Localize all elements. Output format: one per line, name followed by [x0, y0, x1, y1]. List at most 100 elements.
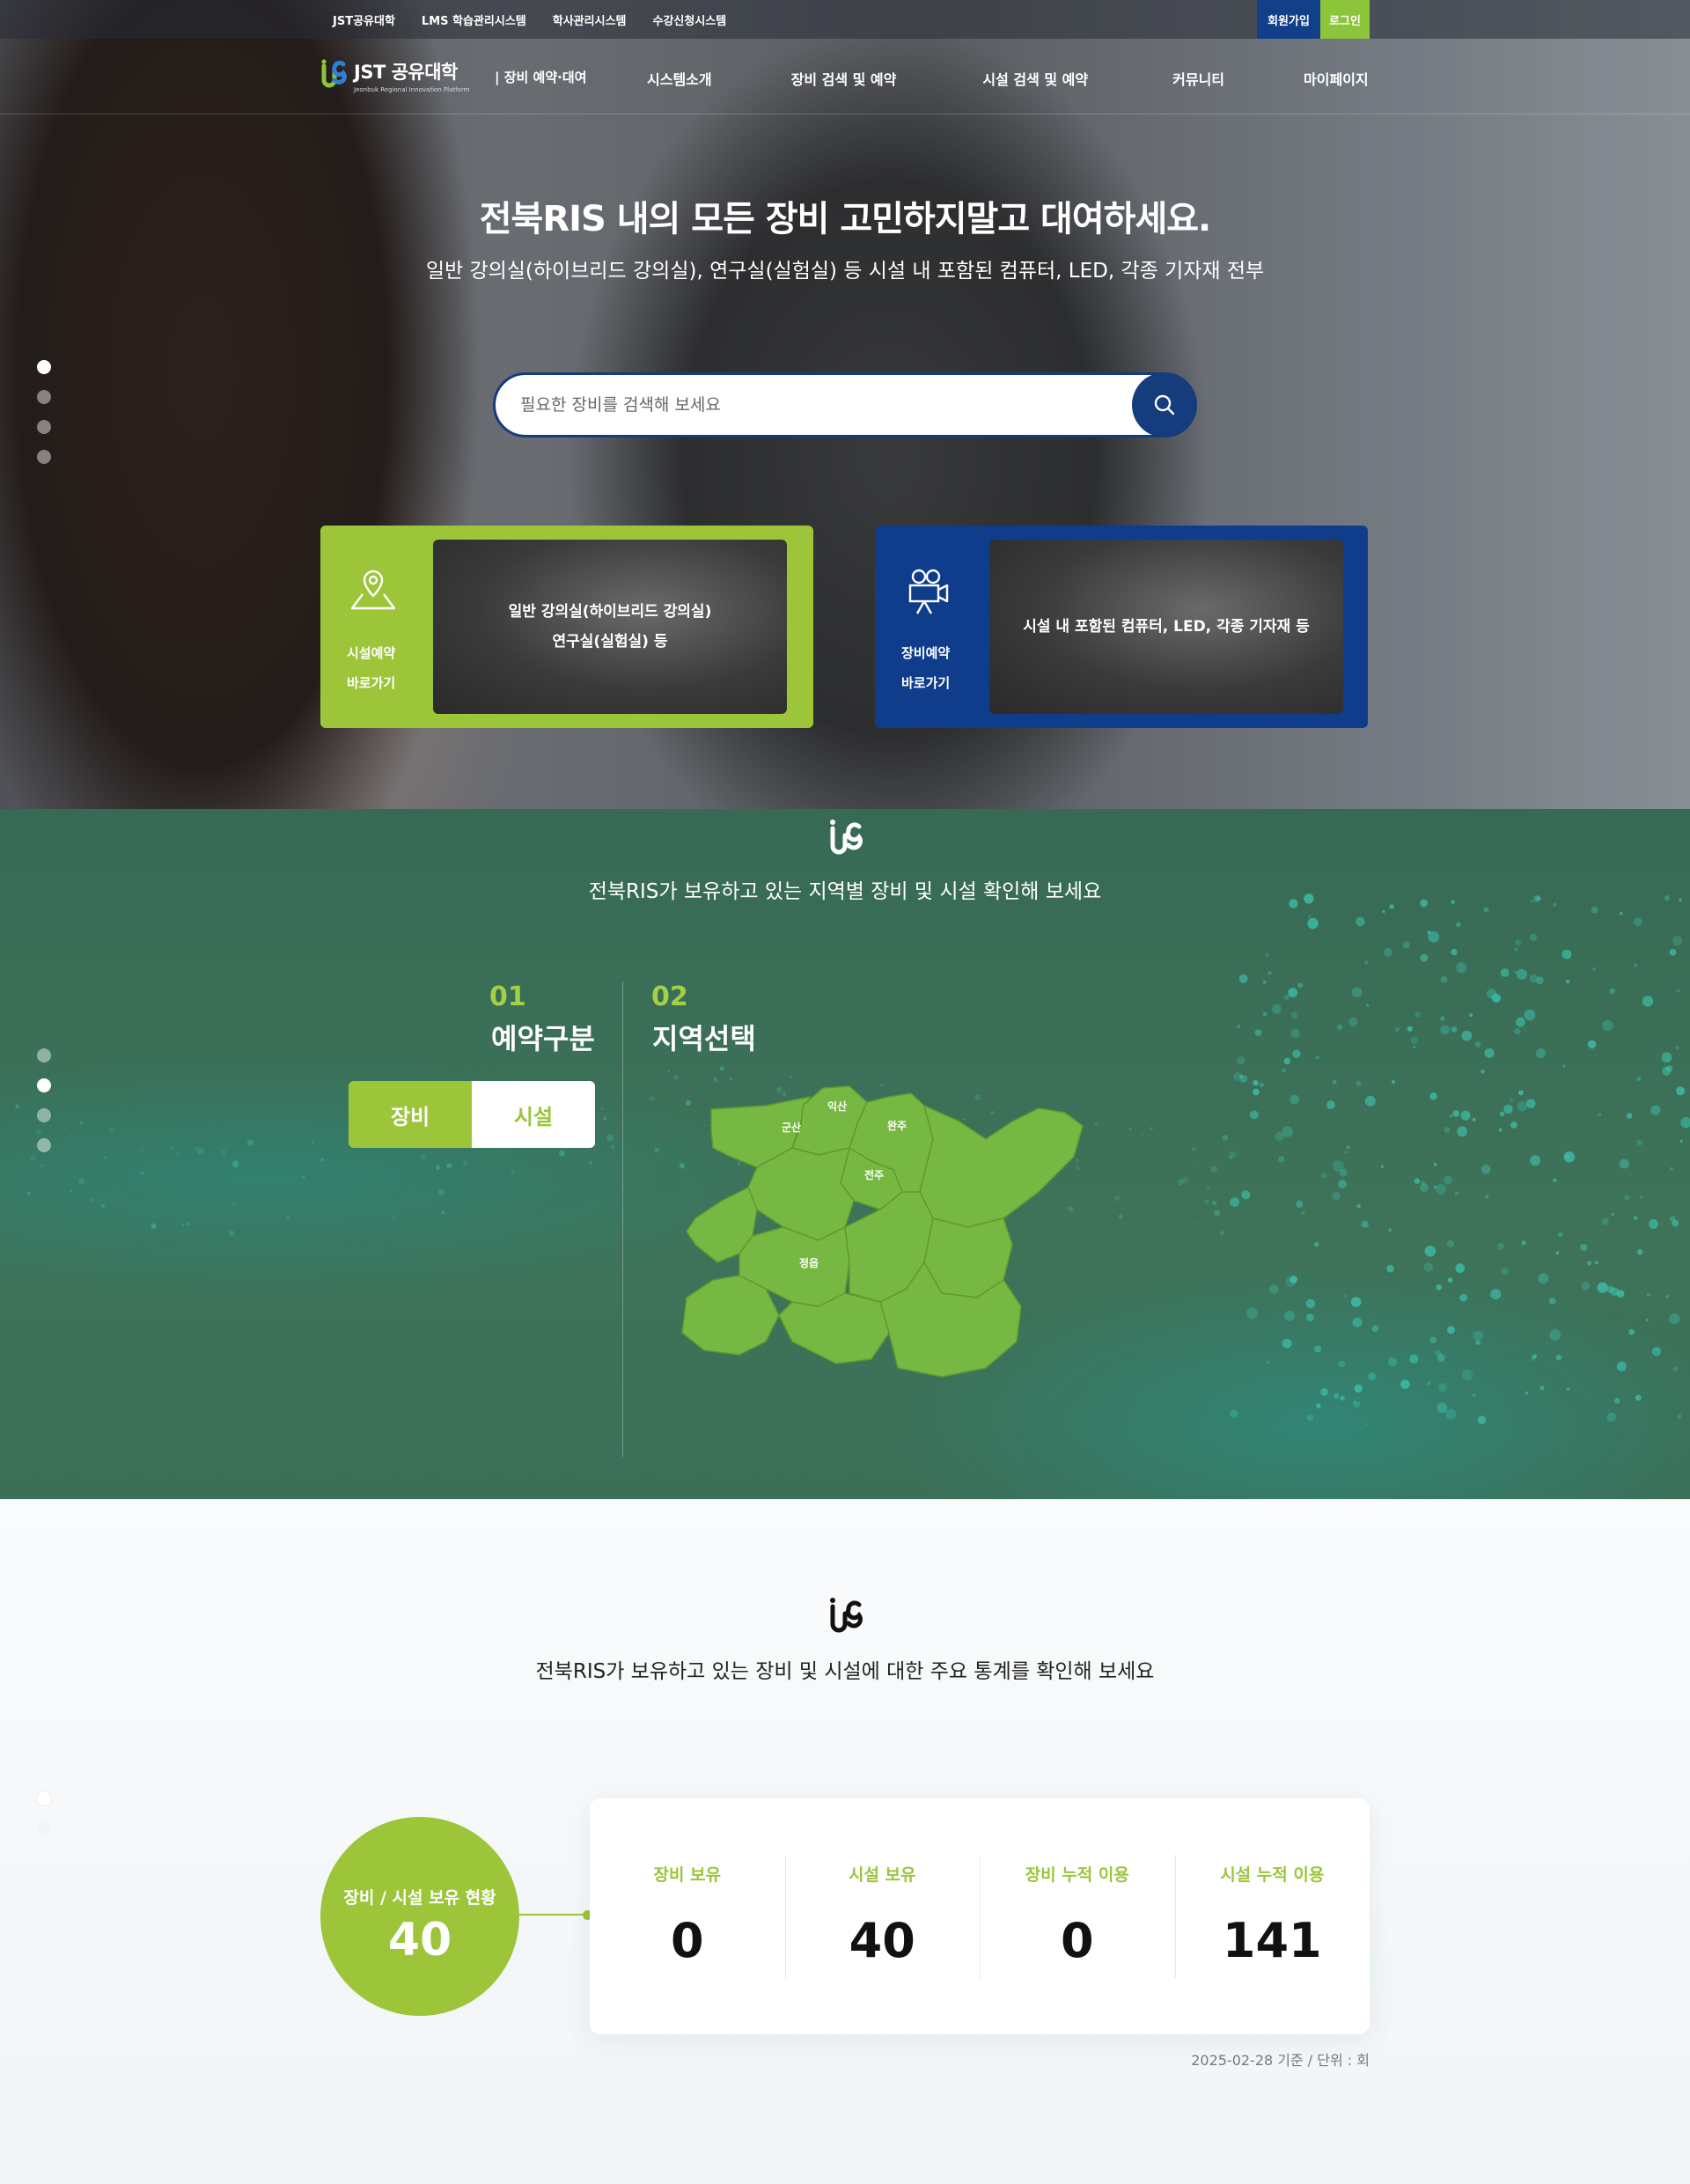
particle-dot	[1521, 1240, 1526, 1246]
site-logo[interactable]: JST 공유대학 Jeonbuk Regional Innovation Pla…	[319, 58, 469, 93]
pager-dot-1[interactable]	[37, 1048, 51, 1063]
particle-dot	[1498, 1128, 1503, 1132]
particle-dot	[1394, 1026, 1400, 1033]
particle-dot	[1388, 1228, 1392, 1232]
nav-community[interactable]: 커뮤니티	[1172, 68, 1224, 89]
particle-dot	[247, 1139, 254, 1146]
particle-dot	[1563, 1151, 1576, 1163]
link-jst-university[interactable]: JST공유대학	[333, 11, 395, 28]
nav-system-intro[interactable]: 시스템소개	[647, 68, 712, 89]
particle-dot	[379, 1171, 383, 1175]
toggle-facility[interactable]: 시설	[472, 1081, 595, 1148]
top-utility-bar: JST공유대학 LMS 학습관리시스템 학사관리시스템 수강신청시스템 회원가입…	[0, 0, 1690, 39]
particle-dot	[1558, 1232, 1563, 1238]
particle-dot	[1364, 960, 1369, 965]
particle-dot	[1352, 987, 1363, 997]
particle-dot	[1481, 1165, 1491, 1174]
particle-dot	[1253, 1079, 1259, 1086]
particle-dot	[1296, 1200, 1304, 1208]
region-sunchang[interactable]	[778, 1292, 890, 1364]
summary-label: 장비 / 시설 보유 현황	[343, 1888, 496, 1908]
logo-subtitle: Jeonbuk Regional Innovation Platform	[354, 86, 470, 93]
particle-dot	[151, 1223, 157, 1229]
particle-dot	[1477, 1416, 1487, 1424]
particle-dot	[301, 1175, 305, 1179]
particle-dot	[1282, 1068, 1286, 1072]
jeonbuk-region-map: 군산 익산 완주 전주 정읍	[681, 1085, 1084, 1378]
particle-dot	[1565, 979, 1570, 984]
particle-dot	[1433, 1162, 1437, 1166]
pager-dot-3[interactable]	[37, 420, 51, 434]
pager-dot-4[interactable]	[37, 450, 51, 464]
particle-dot	[1646, 1292, 1651, 1298]
equipment-reservation-card[interactable]: 장비예약 바로가기 시설 내 포함된 컴퓨터, LED, 각종 기자재 등	[875, 526, 1368, 728]
particle-dot	[1634, 963, 1637, 967]
particle-dot	[1348, 1017, 1358, 1027]
link-registration-system[interactable]: 수강신청시스템	[653, 11, 727, 28]
region-gochang[interactable]	[681, 1275, 780, 1356]
particle-dot	[1650, 1105, 1661, 1115]
particle-dot	[224, 1216, 228, 1219]
facility-reservation-card[interactable]: 시설예약 바로가기 일반 강의실(하이브리드 강의실) 연구실(실험실) 등	[320, 526, 813, 728]
particle-dot	[1382, 909, 1385, 914]
pager-dot-2[interactable]	[37, 1078, 51, 1092]
link-academic-system[interactable]: 학사관리시스템	[553, 11, 627, 28]
particle-dot	[1333, 1393, 1340, 1400]
nav-facility-search[interactable]: 시설 검색 및 예약	[982, 68, 1088, 89]
nav-mypage[interactable]: 마이페이지	[1304, 68, 1369, 89]
particle-dot	[1561, 949, 1572, 960]
toggle-equipment[interactable]: 장비	[349, 1081, 472, 1148]
particle-dot	[1316, 1403, 1321, 1408]
stat-value: 0	[1060, 1913, 1094, 1968]
region-jinan-muju[interactable]	[919, 1105, 1084, 1228]
login-button[interactable]: 로그인	[1320, 0, 1370, 39]
summary-value: 40	[387, 1914, 452, 1967]
particle-dot	[1321, 1173, 1327, 1179]
particle-dot	[40, 1163, 45, 1168]
particle-dot	[1516, 1017, 1525, 1027]
join-button[interactable]: 회원가입	[1257, 0, 1320, 39]
stats-card: 장비 보유 0 시설 보유 40 장비 누적 이용 0 시설 누적 이용 141	[590, 1798, 1370, 2034]
particle-dot	[1278, 1156, 1285, 1163]
facility-card-label: 시설예약	[347, 645, 396, 661]
particle-dot	[1410, 1036, 1419, 1044]
particle-dot	[1306, 1414, 1314, 1422]
pager-dot-3[interactable]	[37, 1108, 51, 1122]
particle-dot	[1531, 1356, 1536, 1361]
particle-dot	[1598, 1113, 1602, 1117]
search-button[interactable]	[1132, 372, 1197, 438]
hero-title: 전북RIS 내의 모든 장비 고민하지말고 대여하세요.	[479, 199, 1212, 239]
pager-dot-2[interactable]	[37, 390, 51, 404]
particle-dot	[1613, 1397, 1620, 1404]
nav-equipment-search[interactable]: 장비 검색 및 예약	[791, 68, 897, 89]
particle-dot	[1483, 907, 1489, 913]
logo-title: JST 공유대학	[354, 62, 458, 83]
particle-dot	[88, 1197, 94, 1203]
link-lms[interactable]: LMS 학습관리시스템	[422, 11, 526, 28]
search-input[interactable]	[520, 375, 1092, 435]
particle-dot	[1456, 962, 1467, 974]
step1-title: 예약구분	[491, 1022, 595, 1055]
stat-value: 0	[670, 1913, 704, 1968]
particle-dot	[1514, 1028, 1521, 1035]
particle-dot	[1290, 1094, 1300, 1105]
pager-dot-1[interactable]	[37, 360, 51, 374]
particle-dot	[441, 1210, 445, 1215]
particle-dot	[1353, 1401, 1361, 1408]
particle-dot	[588, 1160, 592, 1165]
pager-dot-2[interactable]	[37, 1821, 51, 1835]
particle-dot	[1451, 1026, 1458, 1033]
summary-circle: 장비 / 시설 보유 현황 40	[320, 1817, 519, 2016]
particle-dot	[1636, 1139, 1642, 1146]
particle-dot	[15, 1104, 19, 1109]
particle-dot	[231, 1201, 236, 1205]
particle-dot	[462, 1160, 468, 1166]
particle-dot	[1307, 915, 1312, 919]
particle-dot	[231, 1160, 239, 1167]
particle-dot	[1435, 1349, 1442, 1357]
particle-dot	[1635, 1394, 1642, 1401]
pager-dot-4[interactable]	[37, 1138, 51, 1152]
particle-dot	[1587, 1040, 1597, 1049]
particle-dot	[1609, 988, 1615, 995]
pager-dot-1[interactable]	[37, 1791, 51, 1805]
